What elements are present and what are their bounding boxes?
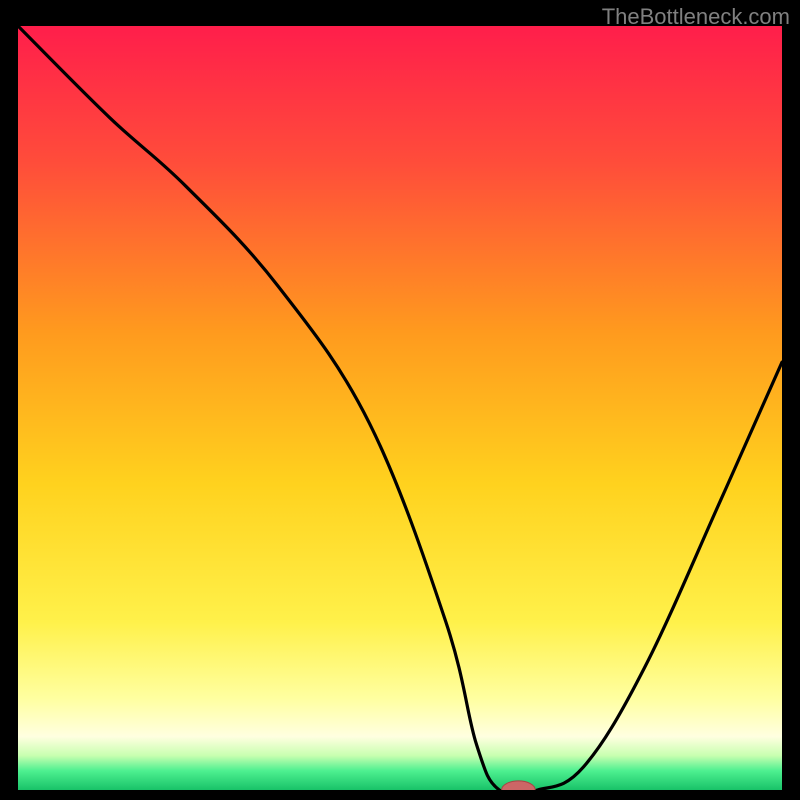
bottleneck-chart xyxy=(18,26,782,790)
watermark-text: TheBottleneck.com xyxy=(602,4,790,30)
plot-background xyxy=(18,26,782,790)
chart-frame: TheBottleneck.com xyxy=(0,0,800,800)
